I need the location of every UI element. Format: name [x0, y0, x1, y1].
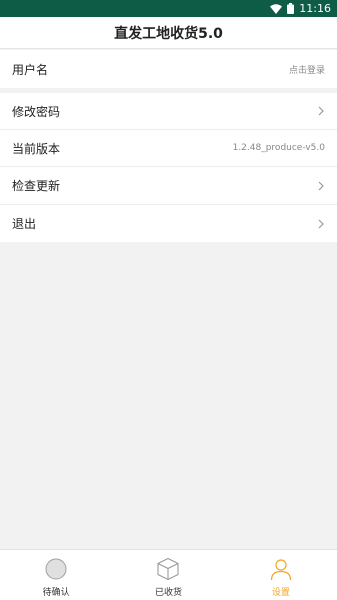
check-update-label: 检查更新: [12, 179, 61, 193]
current-version-row: 当前版本 1.2.48_produce-v5.0: [0, 130, 337, 166]
change-password-label: 修改密码: [12, 104, 61, 119]
battery-icon: [287, 3, 295, 14]
circle-icon: [45, 558, 67, 580]
app-header: 直发工地收货5.0: [0, 17, 337, 49]
box-icon: [157, 557, 180, 581]
logout-label: 退出: [12, 217, 37, 231]
login-link[interactable]: 点击登录: [289, 63, 325, 76]
tab-pending-label: 待确认: [42, 588, 70, 598]
user-row-label: 用户名: [12, 62, 49, 77]
chevron-right-icon: [318, 181, 324, 190]
tab-received-label: 已收货: [154, 588, 182, 598]
status-time: 11:16: [299, 2, 331, 15]
user-row[interactable]: 用户名 点击登录: [0, 50, 337, 88]
tab-pending[interactable]: 待确认: [0, 550, 112, 600]
bottom-nav: 待确认 已收货 设置: [0, 549, 337, 600]
chevron-right-icon: [318, 106, 324, 116]
logout-row[interactable]: 退出: [0, 205, 337, 242]
wifi-icon: [270, 3, 283, 14]
chevron-right-icon: [318, 219, 324, 228]
person-icon: [270, 559, 291, 581]
current-version-label: 当前版本: [12, 141, 61, 156]
status-bar: 11:16: [0, 0, 337, 17]
tab-received[interactable]: 已收货: [112, 550, 224, 600]
change-password-row[interactable]: 修改密码: [0, 93, 337, 129]
version-value: 1.2.48_produce-v5.0: [232, 143, 325, 153]
page-title: 直发工地收货5.0: [114, 25, 223, 42]
tab-settings[interactable]: 设置: [225, 550, 337, 600]
tab-settings-label: 设置: [271, 588, 290, 598]
check-update-row[interactable]: 检查更新: [0, 167, 337, 204]
